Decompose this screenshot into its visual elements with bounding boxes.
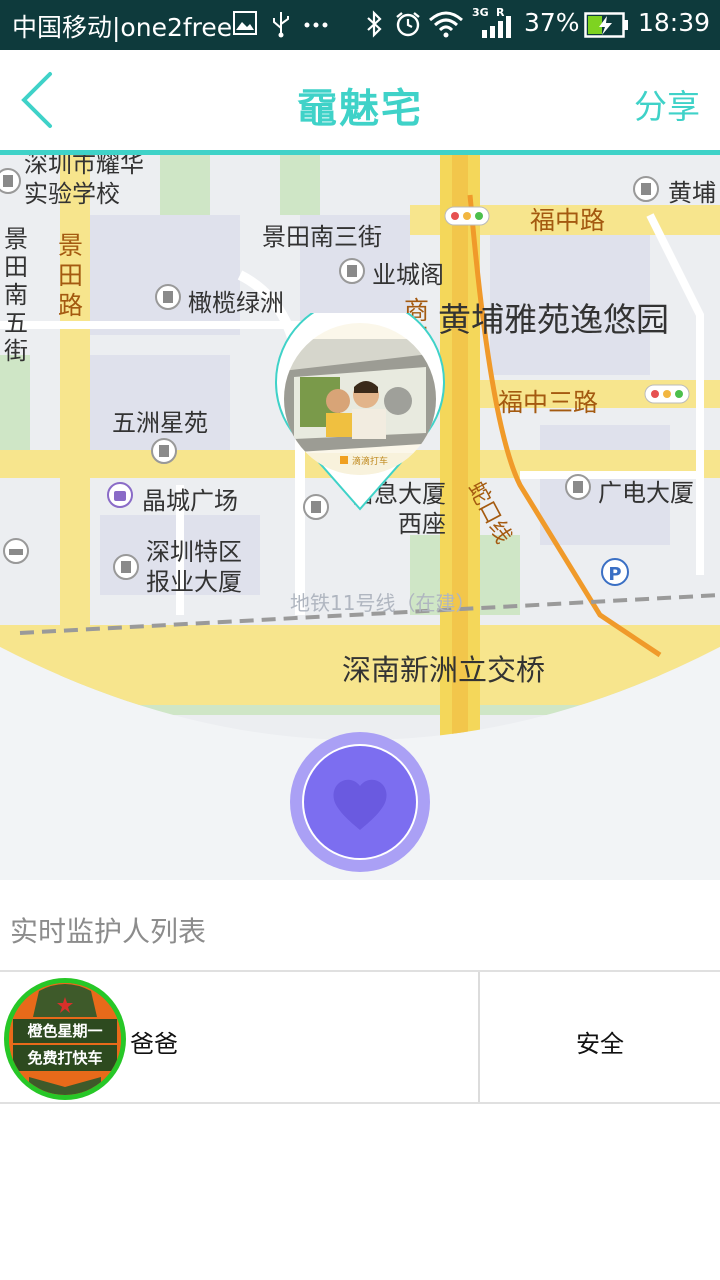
page-title: 黿魅宅: [297, 86, 423, 132]
share-button[interactable]: 分享: [634, 80, 700, 128]
list-item[interactable]: 橙色星期一 免费打快车 爸爸 安全: [0, 970, 720, 1104]
map-poi-label: 黄埔雅苑逸悠园: [438, 300, 669, 339]
battery-percent: 37%: [524, 8, 580, 37]
signal-icon: [482, 16, 511, 38]
guardian-list-title: 实时监护人列表: [10, 915, 207, 948]
map-road-label: 福中三路: [498, 388, 599, 417]
map-poi-label: 五洲星苑: [112, 409, 208, 437]
alarm-icon: [396, 12, 420, 37]
map-poi-label: 广电大厦: [598, 479, 694, 507]
heart-button[interactable]: [290, 732, 430, 872]
building-icon: [113, 554, 139, 580]
map-road-label: 景田南五街: [4, 225, 28, 365]
building-icon: [565, 474, 591, 500]
more-notifications-icon: [304, 22, 328, 28]
avatar-text: 免费打快车: [27, 1049, 103, 1067]
map-poi-label: 业城阁: [372, 261, 444, 289]
map-road-label: 地铁11号线（在建）: [290, 591, 476, 615]
usb-icon: [273, 12, 289, 38]
avatar-text: 橙色星期一: [27, 1022, 103, 1040]
building-icon: [0, 168, 21, 194]
map-road-label: 福中路: [530, 206, 606, 235]
guardian-status: 安全: [576, 1030, 624, 1058]
map-poi-label: 黄埔: [668, 179, 716, 207]
wifi-icon: [429, 11, 463, 38]
photo-caption: 滴滴打车: [352, 455, 388, 467]
carrier-label: 中国移动|one2free: [12, 13, 233, 42]
map-poi-label: 深圳特区报业大厦: [146, 538, 242, 596]
shopping-icon: [107, 482, 133, 508]
avatar-image: 橙色星期一 免费打快车: [9, 983, 121, 1095]
map-road-label: 景田路: [58, 231, 84, 320]
building-icon: [151, 438, 177, 464]
building-icon: [339, 258, 365, 284]
heart-icon: [333, 779, 387, 830]
clock: 18:39: [638, 8, 711, 37]
hotel-icon: [3, 538, 29, 564]
map-area: P 深圳市耀华实验学校 景田南三街 业城阁 橄榄绿洲 五洲星苑 晶城广场 深圳特…: [0, 155, 720, 880]
svg-text:P: P: [608, 564, 621, 585]
heart-button-inner: [302, 744, 418, 860]
building-icon: [633, 176, 659, 202]
bluetooth-icon: [367, 10, 382, 38]
parking-icon: P: [601, 558, 629, 586]
map-poi-label: 景田南三街: [262, 223, 382, 251]
map-poi-label: 深圳市耀华实验学校: [24, 155, 144, 208]
location-pin[interactable]: 滴滴打车: [274, 313, 446, 513]
app-header: 黿魅宅 分享: [0, 50, 720, 150]
map-poi-label: 橄榄绿洲: [188, 289, 284, 317]
map-pin-icon: 滴滴打车: [275, 313, 445, 511]
avatar[interactable]: 橙色星期一 免费打快车: [4, 978, 126, 1100]
guardian-name: 爸爸: [130, 1030, 178, 1058]
traffic-light-icon: [644, 384, 690, 404]
map-road-label: 深南新洲立交桥: [342, 653, 546, 687]
image-icon: [233, 11, 257, 35]
traffic-light-icon: [444, 206, 490, 226]
guardian-list-header: 实时监护人列表: [0, 880, 720, 970]
map-poi-label: 晶城广场: [142, 487, 238, 515]
building-icon: [155, 284, 181, 310]
battery-charging-icon: [584, 12, 628, 38]
status-bar: 中国移动|one2free 3G R 37% 18:39: [0, 0, 720, 50]
